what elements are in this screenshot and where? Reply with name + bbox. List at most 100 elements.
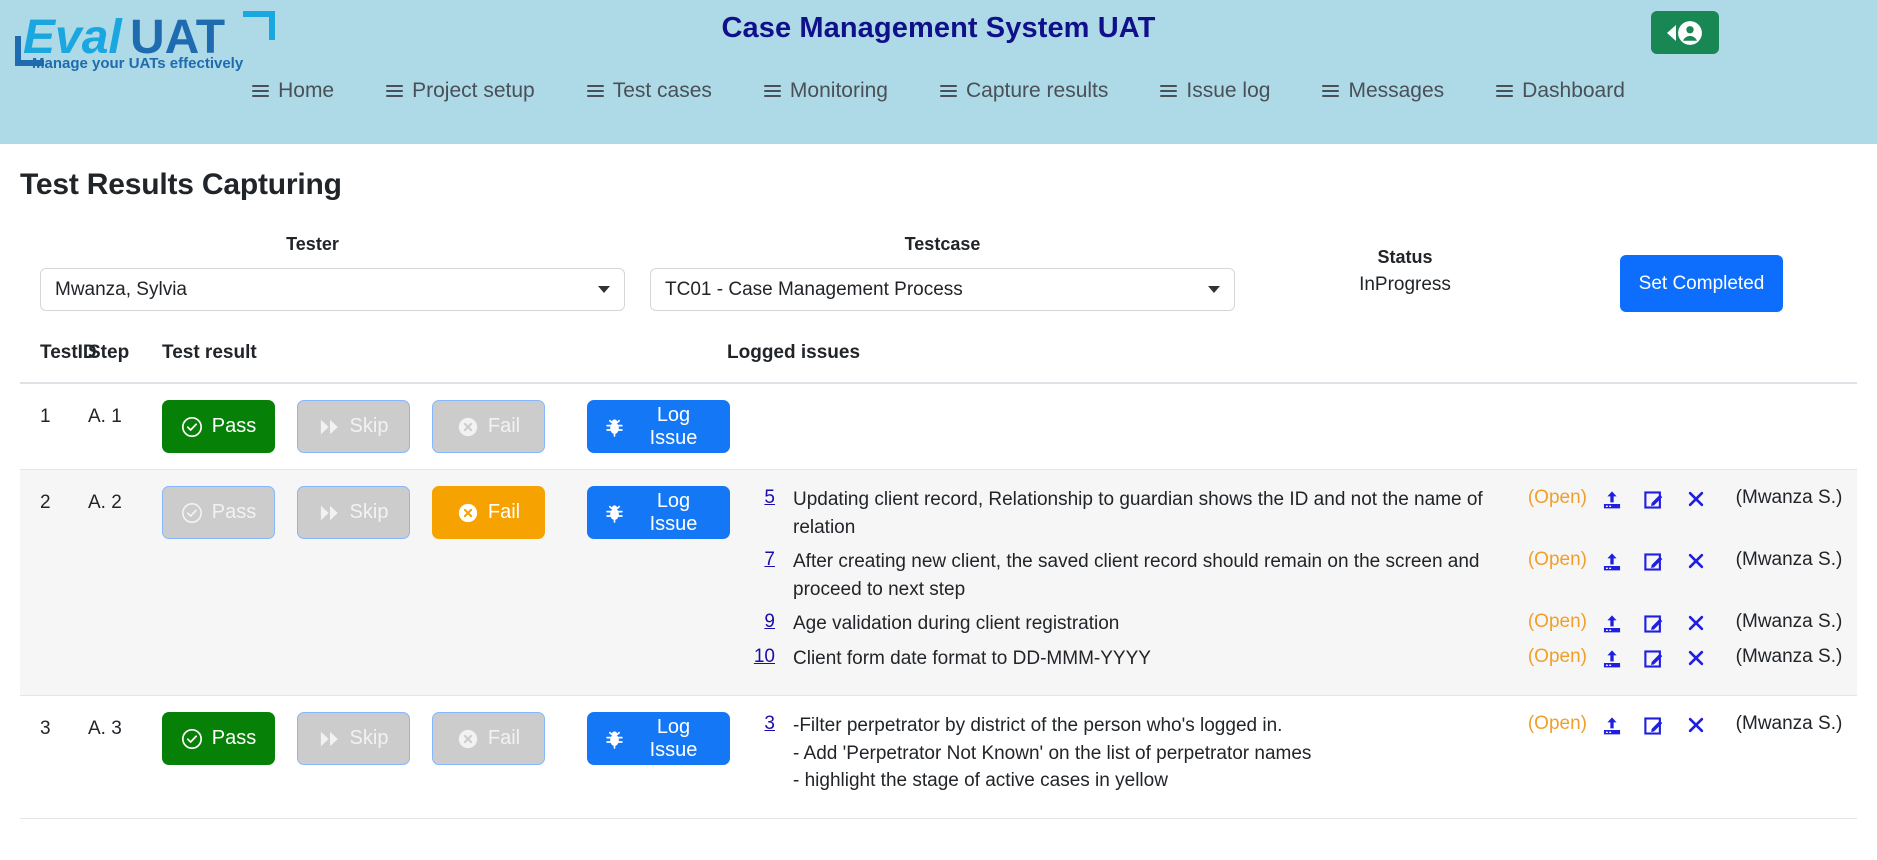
upload-icon[interactable] bbox=[1595, 548, 1629, 573]
cell-step: A. 2 bbox=[88, 469, 162, 697]
log-issue-button-label: Log Issue bbox=[649, 403, 698, 449]
fast-forward-icon bbox=[320, 731, 338, 747]
page-body: Test Results Capturing Tester Mwanza, Sy… bbox=[0, 168, 1877, 819]
hamburger-icon bbox=[252, 84, 270, 98]
fail-button-label: Fail bbox=[487, 501, 521, 523]
issue-owner: (Mwanza S.) bbox=[1735, 645, 1843, 667]
fail-button[interactable]: Fail bbox=[432, 712, 545, 766]
edit-icon[interactable] bbox=[1637, 712, 1671, 737]
edit-icon[interactable] bbox=[1637, 548, 1671, 573]
nav-item-capture-results[interactable]: Capture results bbox=[914, 75, 1134, 107]
close-x-icon[interactable] bbox=[1679, 548, 1713, 571]
bug-icon bbox=[606, 731, 623, 750]
test-results-table: TestID Step Test result Logged issues 1 … bbox=[20, 328, 1857, 819]
issue-id-link[interactable]: 10 bbox=[727, 645, 775, 668]
issue-status-badge: (Open) bbox=[1527, 611, 1587, 633]
edit-icon[interactable] bbox=[1637, 486, 1671, 511]
x-circle-icon bbox=[458, 503, 478, 522]
nav-item-dashboard[interactable]: Dashboard bbox=[1470, 75, 1651, 107]
pass-button-label: Pass bbox=[211, 501, 257, 523]
skip-button[interactable]: Skip bbox=[297, 712, 410, 766]
log-issue-button[interactable]: Log Issue bbox=[587, 712, 730, 766]
edit-icon[interactable] bbox=[1637, 645, 1671, 670]
close-x-icon[interactable] bbox=[1679, 486, 1713, 509]
nav-item-label: Dashboard bbox=[1522, 79, 1625, 102]
issue-id-link[interactable]: 5 bbox=[727, 486, 775, 509]
hamburger-icon bbox=[1322, 84, 1340, 98]
column-header-logged-issues: Logged issues bbox=[727, 328, 1857, 384]
hamburger-icon bbox=[586, 84, 604, 98]
cell-test-result: Pass Skip Fail Log Issue bbox=[162, 695, 730, 819]
nav-item-label: Project setup bbox=[412, 79, 535, 102]
x-circle-icon bbox=[458, 417, 478, 436]
pass-button[interactable]: Pass bbox=[162, 486, 275, 539]
hamburger-icon bbox=[1496, 84, 1514, 98]
fail-button[interactable]: Fail bbox=[432, 400, 545, 453]
issue-item: 9 Age validation during client registrat… bbox=[727, 610, 1857, 638]
testcase-select-value: TC01 - Case Management Process bbox=[665, 278, 963, 300]
check-circle-icon bbox=[181, 416, 202, 437]
log-issue-button[interactable]: Log Issue bbox=[587, 486, 730, 539]
close-x-icon[interactable] bbox=[1679, 645, 1713, 668]
cell-testid: 3 bbox=[20, 695, 88, 819]
bug-icon bbox=[606, 505, 623, 523]
cell-step: A. 1 bbox=[88, 383, 162, 470]
issue-list: 5 Updating client record, Relationship t… bbox=[727, 486, 1857, 672]
fail-button[interactable]: Fail bbox=[432, 486, 545, 539]
issue-owner: (Mwanza S.) bbox=[1735, 487, 1843, 508]
upload-icon[interactable] bbox=[1595, 486, 1629, 511]
cell-testid: 1 bbox=[20, 383, 88, 470]
pass-button[interactable]: Pass bbox=[162, 712, 275, 766]
issue-id-link[interactable]: 3 bbox=[727, 712, 775, 735]
nav-item-label: Monitoring bbox=[789, 79, 888, 102]
nav-item-project-setup[interactable]: Project setup bbox=[360, 75, 561, 107]
issue-owner: (Mwanza S.) bbox=[1735, 713, 1843, 735]
issue-status-badge: (Open) bbox=[1527, 487, 1587, 508]
issue-description: Updating client record, Relationship to … bbox=[793, 489, 1483, 538]
user-account-button[interactable] bbox=[1651, 11, 1719, 54]
chevron-down-icon bbox=[598, 286, 610, 293]
set-completed-button[interactable]: Set Completed bbox=[1620, 255, 1783, 312]
skip-button[interactable]: Skip bbox=[297, 486, 410, 539]
upload-icon[interactable] bbox=[1595, 712, 1629, 737]
issue-item: 3 -Filter perpetrator by district of the… bbox=[727, 712, 1857, 795]
nav-item-monitoring[interactable]: Monitoring bbox=[738, 75, 914, 107]
filter-bar: Tester Mwanza, Sylvia Testcase TC01 - Ca… bbox=[20, 208, 1857, 328]
pass-button[interactable]: Pass bbox=[162, 400, 275, 453]
nav-item-issue-log[interactable]: Issue log bbox=[1134, 75, 1296, 107]
svg-text:Manage your UATs effectively: Manage your UATs effectively bbox=[32, 55, 244, 72]
skip-button-label: Skip bbox=[349, 501, 389, 523]
issue-item: 7 After creating new client, the saved c… bbox=[727, 548, 1857, 603]
log-issue-button-label: Log Issue bbox=[649, 715, 698, 761]
user-icon bbox=[1678, 20, 1702, 45]
nav-item-label: Capture results bbox=[965, 79, 1109, 102]
pass-button-label: Pass bbox=[211, 415, 257, 437]
issue-status-badge: (Open) bbox=[1527, 549, 1587, 571]
tester-select[interactable]: Mwanza, Sylvia bbox=[40, 268, 625, 311]
cell-logged-issues bbox=[727, 383, 1857, 470]
nav-item-home[interactable]: Home bbox=[226, 75, 360, 107]
nav-item-messages[interactable]: Messages bbox=[1296, 75, 1470, 107]
issue-item: 5 Updating client record, Relationship t… bbox=[727, 486, 1857, 541]
close-x-icon[interactable] bbox=[1679, 610, 1713, 633]
nav-item-label: Issue log bbox=[1186, 79, 1271, 102]
edit-icon[interactable] bbox=[1637, 610, 1671, 635]
skip-button[interactable]: Skip bbox=[297, 400, 410, 453]
upload-icon[interactable] bbox=[1595, 610, 1629, 635]
tester-label: Tester bbox=[286, 234, 339, 254]
issue-status-badge: (Open) bbox=[1527, 713, 1587, 735]
close-x-icon[interactable] bbox=[1679, 712, 1713, 735]
upload-icon[interactable] bbox=[1595, 645, 1629, 670]
skip-button-label: Skip bbox=[349, 415, 389, 437]
cell-logged-issues: 3 -Filter perpetrator by district of the… bbox=[727, 695, 1857, 819]
column-header-step: Step bbox=[88, 328, 162, 384]
fail-button-label: Fail bbox=[487, 727, 521, 750]
testcase-select[interactable]: TC01 - Case Management Process bbox=[650, 268, 1235, 311]
log-issue-button[interactable]: Log Issue bbox=[587, 400, 730, 453]
issue-id-link[interactable]: 9 bbox=[727, 610, 775, 633]
nav-item-test-cases[interactable]: Test cases bbox=[561, 75, 738, 107]
issue-id-link[interactable]: 7 bbox=[727, 548, 775, 571]
nav-item-label: Home bbox=[278, 79, 335, 102]
issue-description: After creating new client, the saved cli… bbox=[793, 551, 1480, 600]
status-label: Status bbox=[1377, 247, 1433, 267]
